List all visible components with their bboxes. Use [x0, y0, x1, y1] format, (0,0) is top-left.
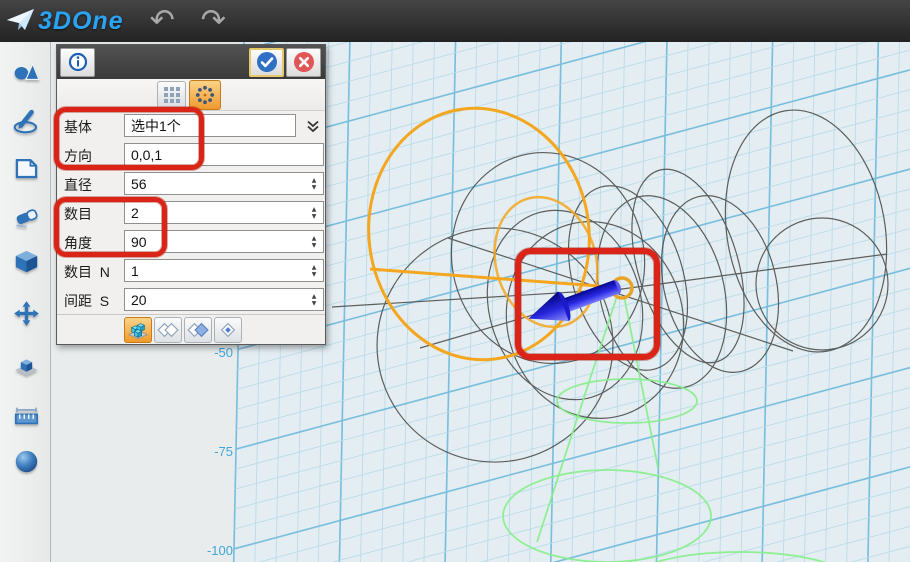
tool-sidebar	[0, 42, 51, 562]
move-icon[interactable]	[13, 300, 40, 327]
confirm-button[interactable]	[249, 48, 284, 77]
angle-input[interactable]	[124, 230, 324, 253]
feature-cube-icon[interactable]	[13, 248, 40, 275]
spacing-s-label: 间距 S	[64, 291, 109, 311]
undo-button[interactable]: ↶	[150, 6, 175, 36]
diamonds-white-button[interactable]	[154, 317, 182, 343]
direction-input[interactable]	[124, 143, 324, 166]
pattern-type-tabs	[57, 79, 325, 111]
count-n-input[interactable]	[124, 259, 324, 282]
field-row-direction: 方向	[57, 140, 325, 169]
field-row-spacing-s: 间距 S ▲▼	[57, 285, 325, 314]
cancel-button[interactable]	[286, 48, 321, 77]
axis-label--50: -50	[214, 345, 233, 360]
axis-label--100: -100	[207, 543, 233, 558]
dialog-bottom-toolbar	[57, 314, 325, 346]
direction-label: 方向	[64, 146, 92, 166]
paper-plane-icon	[6, 6, 36, 36]
material-sphere-icon[interactable]	[13, 448, 40, 475]
field-row-count-n: 数目 N ▲▼	[57, 256, 325, 285]
circular-pattern-dialog: 基体 方向 直径 ▲▼ 数目	[56, 44, 326, 345]
app-logo: 3DOne	[6, 6, 124, 36]
base-label: 基体	[64, 117, 92, 137]
count-input[interactable]	[124, 201, 324, 224]
count-n-label: 数目 N	[64, 262, 110, 282]
field-row-angle: 角度 ▲▼	[57, 227, 325, 256]
title-bar: 3DOne ↶ ↷	[0, 0, 910, 42]
spacing-s-input[interactable]	[124, 288, 324, 311]
field-row-diameter: 直径 ▲▼	[57, 169, 325, 198]
redo-button[interactable]: ↷	[201, 6, 226, 36]
count-label: 数目	[64, 204, 92, 224]
diamond-dot-button[interactable]	[214, 317, 242, 343]
3done-app-window: 3DOne ↶ ↷	[0, 0, 910, 562]
diameter-input[interactable]	[124, 172, 324, 195]
spacing-s-spinner[interactable]: ▲▼	[307, 289, 321, 311]
diameter-spinner[interactable]: ▲▼	[307, 173, 321, 195]
measure-icon[interactable]	[13, 402, 40, 429]
field-row-base: 基体	[57, 111, 325, 140]
linear-pattern-tab[interactable]	[157, 81, 186, 109]
sketch-pen-icon[interactable]	[13, 107, 40, 134]
primitives-icon[interactable]	[13, 58, 40, 85]
pattern-icon[interactable]	[13, 352, 40, 379]
dialog-form: 基体 方向 直径 ▲▼ 数目	[57, 111, 325, 314]
base-input[interactable]	[124, 114, 296, 137]
pattern-cubes-button[interactable]	[124, 317, 152, 343]
diameter-label: 直径	[64, 175, 92, 195]
sketch-plane-icon[interactable]	[13, 155, 40, 182]
angle-label: 角度	[64, 233, 92, 253]
edit-tool-icon[interactable]	[13, 203, 40, 230]
field-row-count: 数目 ▲▼	[57, 198, 325, 227]
angle-spinner[interactable]: ▲▼	[307, 231, 321, 253]
count-spinner[interactable]: ▲▼	[307, 202, 321, 224]
chevron-double-down-icon[interactable]	[302, 114, 324, 137]
count-n-spinner[interactable]: ▲▼	[307, 260, 321, 282]
app-title: 3DOne	[38, 7, 124, 36]
info-button[interactable]	[60, 48, 95, 77]
dialog-header	[57, 45, 325, 79]
circular-pattern-tab[interactable]	[189, 80, 221, 110]
diamond-blue-button[interactable]	[184, 317, 212, 343]
axis-label--75: -75	[214, 444, 233, 459]
